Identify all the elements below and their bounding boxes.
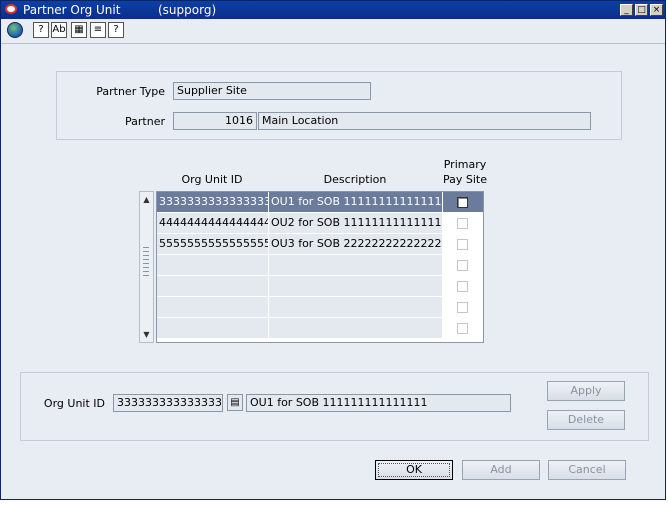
table-row[interactable]: 5555555555555555 OU3 for SOB 22222222222… bbox=[157, 234, 483, 255]
calculator-icon[interactable]: ▦ bbox=[71, 22, 87, 38]
table-row[interactable] bbox=[157, 318, 483, 339]
org-unit-id-cell[interactable] bbox=[157, 276, 269, 297]
table-row[interactable] bbox=[157, 297, 483, 318]
org-unit-id-cell[interactable]: 4444444444444444 bbox=[157, 213, 269, 234]
primary-pay-site-header-line2: Pay Site bbox=[442, 173, 487, 186]
org-unit-id-cell[interactable]: 5555555555555555 bbox=[157, 234, 269, 255]
primary-cell bbox=[443, 276, 483, 297]
primary-pay-site-checkbox[interactable] bbox=[457, 260, 468, 271]
table-row[interactable]: 4444444444444444 OU2 for SOB 11111111111… bbox=[157, 213, 483, 234]
question-icon[interactable]: ? bbox=[108, 22, 124, 38]
apply-button[interactable]: Apply bbox=[547, 381, 625, 401]
scroll-up-arrow-icon[interactable]: ▲ bbox=[141, 194, 152, 205]
org-unit-grid: 3333333333333333 OU1 for SOB 11111111111… bbox=[156, 191, 484, 343]
add-button[interactable]: Add bbox=[462, 460, 540, 480]
ok-button[interactable]: OK bbox=[375, 460, 453, 480]
description-cell[interactable] bbox=[269, 318, 443, 339]
org-unit-id-field[interactable]: 3333333333333333 bbox=[113, 394, 223, 412]
primary-cell bbox=[443, 213, 483, 234]
org-unit-description-field[interactable]: OU1 for SOB 111111111111111 bbox=[246, 394, 511, 412]
spellcheck-icon[interactable]: Ab bbox=[51, 22, 67, 38]
description-cell[interactable] bbox=[269, 297, 443, 318]
delete-button[interactable]: Delete bbox=[547, 410, 625, 430]
primary-pay-site-checkbox[interactable] bbox=[457, 197, 468, 208]
primary-cell bbox=[443, 255, 483, 276]
primary-pay-site-checkbox[interactable] bbox=[457, 281, 468, 292]
partner-org-unit-window: Partner Org Unit (supporg) _ □ × ? Ab ▦ … bbox=[0, 0, 666, 500]
help-icon[interactable]: ? bbox=[33, 22, 49, 38]
table-row[interactable] bbox=[157, 255, 483, 276]
primary-pay-site-checkbox[interactable] bbox=[457, 302, 468, 313]
notes-icon[interactable]: ≡ bbox=[90, 22, 106, 38]
table-row[interactable]: 3333333333333333 OU1 for SOB 11111111111… bbox=[157, 192, 483, 213]
primary-cell bbox=[443, 297, 483, 318]
scroll-down-arrow-icon[interactable]: ▼ bbox=[141, 329, 152, 340]
primary-cell bbox=[443, 318, 483, 339]
org-unit-id-label: Org Unit ID bbox=[43, 397, 105, 410]
minimize-button[interactable]: _ bbox=[620, 4, 633, 16]
primary-pay-site-checkbox[interactable] bbox=[457, 218, 468, 229]
org-unit-id-cell[interactable] bbox=[157, 318, 269, 339]
close-button[interactable]: × bbox=[650, 4, 663, 16]
oracle-logo-icon bbox=[5, 4, 17, 14]
partner-description-field[interactable]: Main Location bbox=[258, 112, 591, 130]
primary-cell bbox=[443, 234, 483, 255]
primary-cell bbox=[443, 192, 483, 213]
toolbar: ? Ab ▦ ≡ ? bbox=[1, 19, 665, 44]
maximize-button[interactable]: □ bbox=[635, 4, 648, 16]
description-header: Description bbox=[323, 173, 387, 186]
description-cell[interactable]: OU2 for SOB 111111111111111 bbox=[269, 213, 443, 234]
org-unit-id-cell[interactable]: 3333333333333333 bbox=[157, 192, 269, 213]
primary-pay-site-checkbox[interactable] bbox=[457, 323, 468, 334]
description-cell[interactable]: OU1 for SOB 111111111111111 bbox=[269, 192, 443, 213]
partner-label: Partner bbox=[125, 115, 165, 128]
org-unit-id-cell[interactable] bbox=[157, 297, 269, 318]
table-row[interactable] bbox=[157, 276, 483, 297]
partner-type-label: Partner Type bbox=[96, 85, 165, 98]
partner-id-field[interactable]: 1016 bbox=[173, 112, 257, 130]
scroll-grip[interactable] bbox=[143, 247, 149, 277]
primary-pay-site-checkbox[interactable] bbox=[457, 239, 468, 250]
org-unit-id-cell[interactable] bbox=[157, 255, 269, 276]
background-strip bbox=[0, 500, 668, 505]
description-cell[interactable] bbox=[269, 255, 443, 276]
globe-icon[interactable] bbox=[7, 22, 23, 38]
description-cell[interactable]: OU3 for SOB 222222222222222 bbox=[269, 234, 443, 255]
primary-pay-site-header-line1: Primary bbox=[443, 158, 487, 171]
description-cell[interactable] bbox=[269, 276, 443, 297]
cancel-button[interactable]: Cancel bbox=[548, 460, 626, 480]
window-title: Partner Org Unit bbox=[23, 3, 121, 17]
window-subtitle: (supporg) bbox=[158, 3, 217, 17]
org-unit-id-header: Org Unit ID bbox=[181, 173, 243, 186]
grid-vertical-scrollbar[interactable]: ▲ ▼ bbox=[139, 191, 154, 343]
title-bar[interactable]: Partner Org Unit (supporg) _ □ × bbox=[1, 1, 665, 19]
partner-type-field[interactable]: Supplier Site bbox=[173, 82, 371, 100]
lookup-list-icon[interactable]: ▤ bbox=[227, 394, 243, 411]
